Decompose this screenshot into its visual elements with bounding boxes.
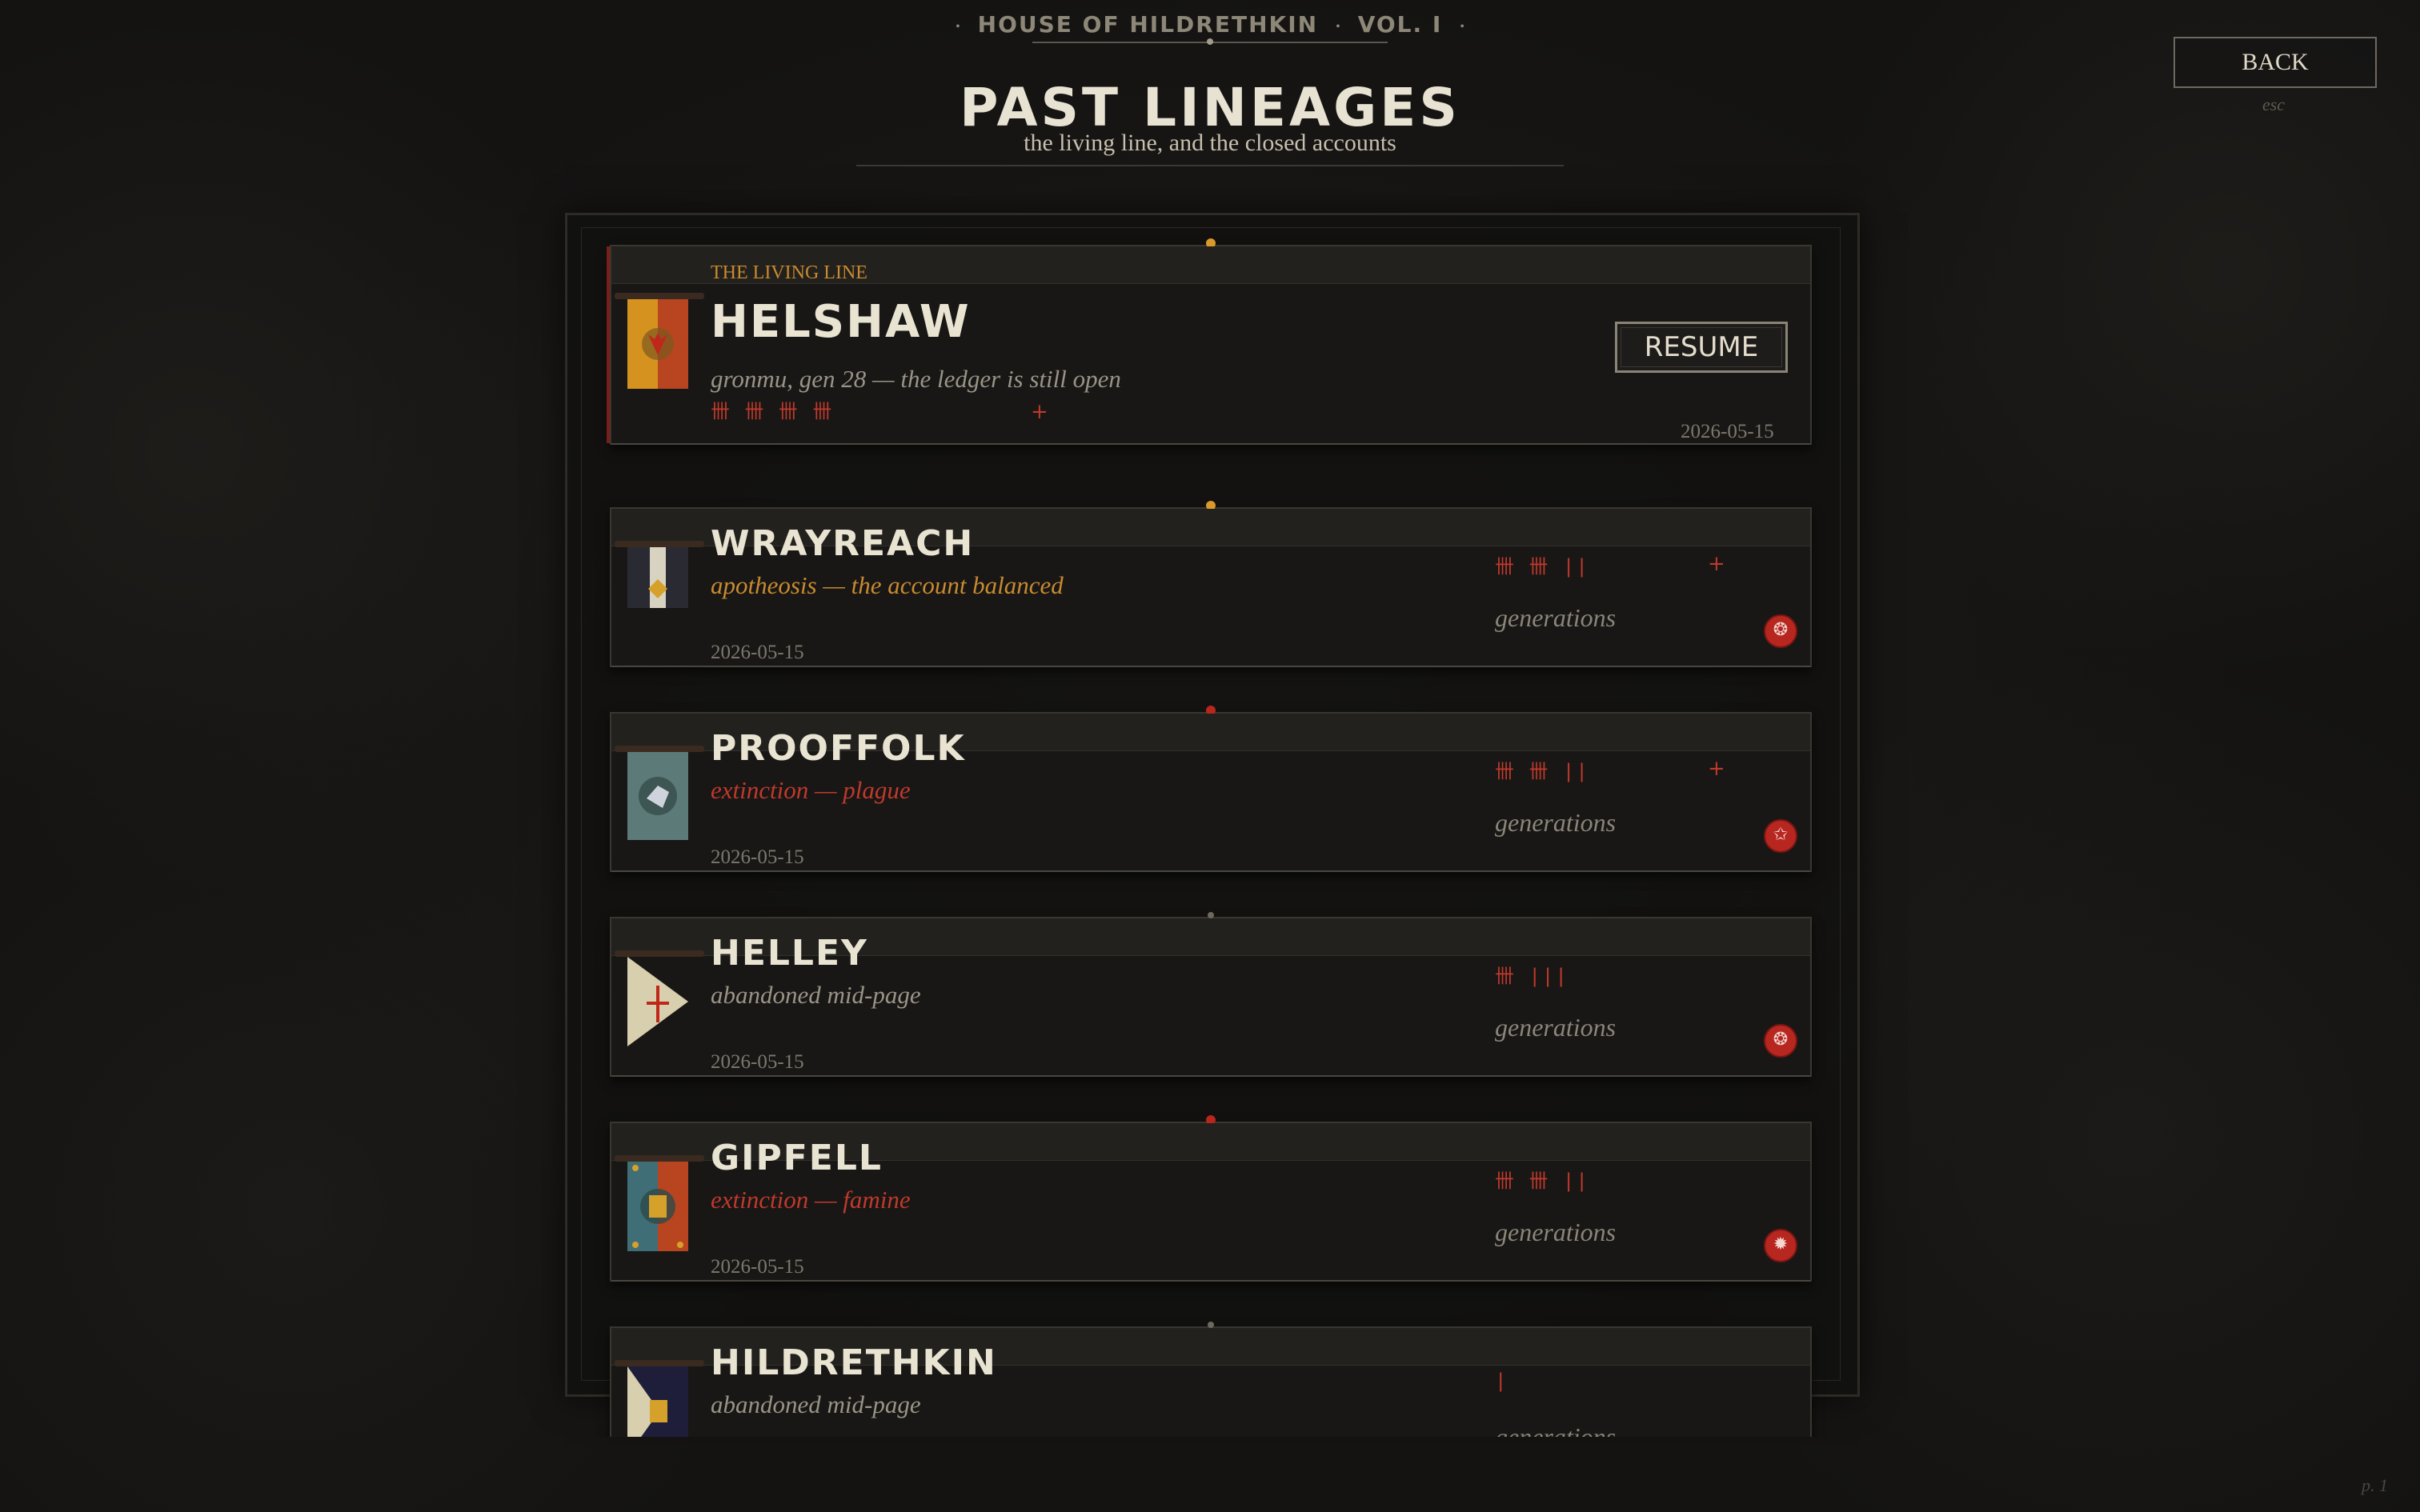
house-banner-icon [627,1162,688,1251]
card-rule [611,1280,1810,1282]
lineage-card[interactable]: GIPFELL extinction — famine 2026-05-15 卌… [610,1115,1812,1282]
lineage-name: PROOFFOLK [711,728,966,769]
tally-plus: + [1031,400,1048,424]
banner-rod [615,746,704,752]
lineage-outcome: abandoned mid-page [711,981,921,1009]
house-banner-icon [627,957,688,1046]
card-rule [611,666,1810,667]
lineage-outcome: abandoned mid-page [711,1390,921,1418]
generation-tally: 卌 卌 || [1495,760,1589,782]
lineage-name: HILDRETHKIN [711,1342,997,1383]
lineage-date: 2026-05-15 [711,642,804,663]
lineage-date: 2026-05-15 [711,1051,804,1073]
house-banner-icon [627,752,688,840]
wax-seal-icon: ✩ [1764,819,1797,853]
lineage-date: 2026-05-15 [711,1256,804,1278]
lineage-outcome: extinction — plague [711,776,911,804]
card-ornament [1208,1322,1214,1328]
lineage-card[interactable]: HILDRETHKIN abandoned mid-page | generat… [610,1322,1812,1437]
generation-tally: 卌 卌 卌 卌 [711,400,834,422]
lineage-name: HELSHAW [711,296,971,348]
lineage-name: GIPFELL [711,1138,883,1178]
tally-plus: + [1708,552,1725,576]
generation-tally: 卌 ||| [1495,965,1569,987]
living-line-card[interactable]: THE LIVING LINE HELSHAW gronmu, gen 28 —… [607,238,1812,445]
tally-plus: + [1708,757,1725,781]
generations-label: generations [1495,1218,1617,1246]
lineage-outcome: extinction — famine [711,1186,911,1214]
banner-rod [615,1360,704,1366]
banner-rod [615,1155,704,1162]
generations-label: generations [1495,1013,1617,1042]
lineage-status: gronmu, gen 28 — the ledger is still ope… [711,365,1121,393]
banner-rod [615,950,704,957]
resume-button[interactable]: RESUME [1615,322,1788,373]
house-banner-icon [627,547,688,608]
card-rule [611,1075,1810,1077]
generation-tally: | [1495,1370,1508,1392]
living-accent [607,246,610,443]
house-banner-icon [627,299,688,389]
house-banner-icon [627,1366,688,1437]
card-rule [611,870,1810,872]
generations-label: generations [1495,808,1617,837]
banner-rod [615,541,704,547]
generations-label: generations [1495,603,1617,632]
generations-label: generations [1495,1422,1617,1437]
living-line-label: THE LIVING LINE [711,262,867,283]
lineage-card[interactable]: WRAYREACH apotheosis — the account balan… [610,501,1812,667]
generation-tally: 卌 卌 || [1495,555,1589,578]
page-indicator: p. 1 [2362,1475,2388,1495]
generation-tally: 卌 卌 || [1495,1170,1589,1192]
card-rule [611,443,1810,445]
wax-seal-icon: ❂ [1764,614,1797,648]
lineage-card[interactable]: PROOFFOLK extinction — plague 2026-05-15… [610,706,1812,872]
lineage-outcome: apotheosis — the account balanced [711,571,1064,599]
lineage-date: 2026-05-15 [711,846,804,868]
lineage-name: WRAYREACH [711,523,975,564]
lineage-card[interactable]: HELLEY abandoned mid-page 2026-05-15 卌 |… [610,912,1812,1077]
wax-seal-icon: ❂ [1764,1024,1797,1058]
lineage-list[interactable]: THE LIVING LINE HELSHAW gronmu, gen 28 —… [0,0,2420,1437]
lineage-date: 2026-05-15 [1681,421,1774,442]
lineage-name: HELLEY [711,933,868,974]
card-ornament [1208,912,1214,918]
wax-seal-icon: ✹ [1764,1229,1797,1262]
banner-rod [615,293,704,299]
